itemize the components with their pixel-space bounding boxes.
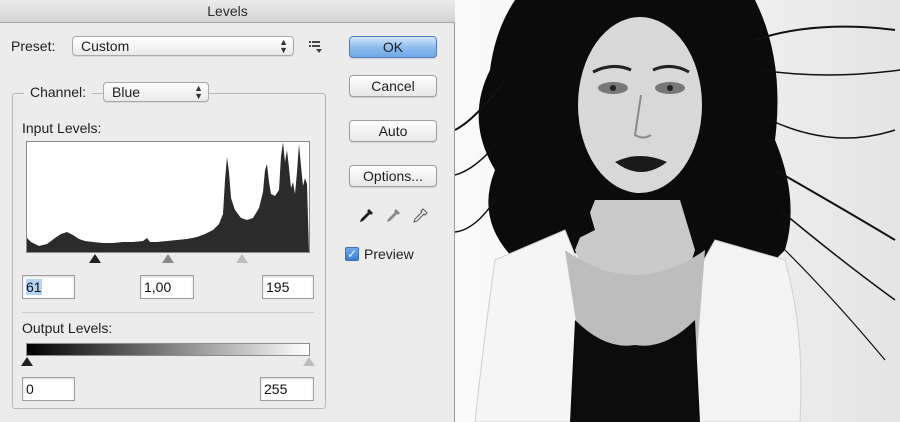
input-gamma-value: 1,00: [144, 279, 172, 295]
options-button[interactable]: Options...: [349, 165, 437, 187]
ok-button[interactable]: OK: [349, 36, 437, 58]
preset-value: Custom: [81, 38, 130, 54]
preset-select[interactable]: Custom ▲ ▼: [72, 36, 294, 56]
preview-checkbox[interactable]: ✓: [345, 247, 359, 261]
input-black-slider[interactable]: [89, 254, 101, 263]
window-title: Levels: [0, 0, 455, 23]
image-canvas: [455, 0, 900, 422]
channel-select[interactable]: Blue ▲ ▼: [103, 82, 209, 102]
levels-dialog: Levels Preset: Custom ▲ ▼ Channel: Blue ▲…: [0, 0, 455, 422]
input-levels-label: Input Levels:: [22, 120, 102, 136]
input-white-slider[interactable]: [236, 254, 248, 263]
auto-button[interactable]: Auto: [349, 120, 437, 142]
preset-options-icon[interactable]: [307, 38, 323, 54]
input-white-value: 195: [266, 279, 290, 295]
cancel-button[interactable]: Cancel: [349, 75, 437, 97]
output-white-field[interactable]: 255: [260, 377, 314, 401]
updown-arrows-icon: ▲ ▼: [194, 83, 203, 101]
black-eyedropper-icon[interactable]: [357, 207, 375, 225]
output-black-field[interactable]: 0: [22, 377, 75, 401]
input-white-field[interactable]: 195: [262, 275, 314, 299]
output-white-value: 255: [264, 381, 288, 397]
channel-value: Blue: [112, 84, 141, 100]
checkmark-icon: ✓: [346, 247, 358, 261]
divider: [22, 312, 314, 313]
updown-arrows-icon: ▲ ▼: [279, 37, 288, 55]
input-black-field[interactable]: 61: [22, 275, 75, 299]
output-black-slider[interactable]: [21, 357, 33, 366]
output-black-value: 0: [26, 381, 34, 397]
channel-row: Channel:: [24, 82, 93, 104]
input-black-value: 61: [26, 279, 42, 295]
preset-label: Preset:: [11, 38, 56, 54]
preview-label[interactable]: Preview: [364, 246, 414, 262]
output-levels-label: Output Levels:: [22, 320, 113, 336]
white-eyedropper-icon[interactable]: [411, 207, 429, 225]
histogram: [26, 141, 310, 253]
output-gradient-bar: [26, 343, 310, 356]
channel-label: Channel:: [30, 84, 87, 100]
input-gamma-field[interactable]: 1,00: [140, 275, 194, 299]
histogram-graph: [27, 142, 309, 252]
output-white-slider[interactable]: [303, 357, 315, 366]
input-gamma-slider[interactable]: [162, 254, 174, 263]
portrait-photo: [455, 0, 900, 422]
gray-eyedropper-icon[interactable]: [384, 207, 402, 225]
